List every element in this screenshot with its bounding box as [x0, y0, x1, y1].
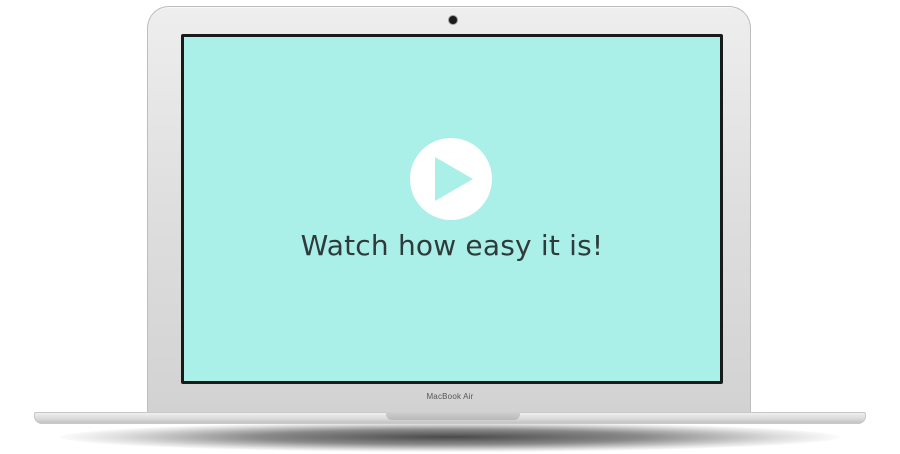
- laptop-opening-notch: [386, 412, 520, 420]
- video-headline: Watch how easy it is!: [300, 229, 604, 262]
- laptop-shadow: [60, 422, 840, 452]
- play-button[interactable]: [410, 138, 492, 220]
- laptop-model-label: MacBook Air: [426, 392, 474, 401]
- video-preview-stage: Watch how easy it is! MacBook Air: [0, 0, 900, 454]
- video-screen[interactable]: Watch how easy it is!: [184, 37, 720, 381]
- webcam-icon: [449, 16, 457, 24]
- play-icon: [435, 157, 473, 201]
